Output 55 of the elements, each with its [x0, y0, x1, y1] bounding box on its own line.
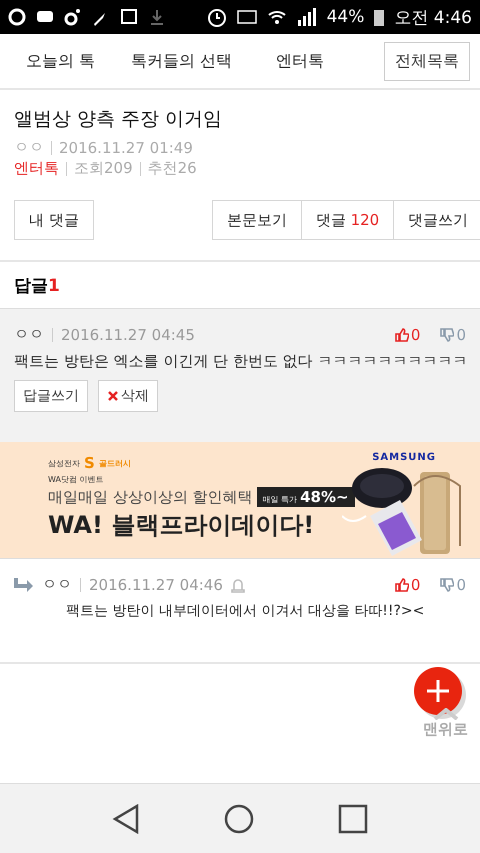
- comment-text: 팩트는 방탄이 내부데이터에서 이겨서 대상을 타따!!?><: [65, 602, 424, 620]
- comments-button[interactable]: 댓글 120: [302, 200, 394, 240]
- view-count: 조회209: [74, 159, 133, 178]
- like-count[interactable]: 0: [394, 326, 420, 344]
- thumbs-up-icon: [394, 578, 409, 592]
- thumbs-down-icon: [440, 328, 454, 342]
- reply-arrow-icon: [14, 576, 34, 592]
- banner-event-line: WA닷컴 이벤트: [48, 474, 104, 485]
- alarm-icon: [206, 7, 227, 27]
- comment-text: 팩트는 방탄은 엑소를 이긴게 단 한번도 없다 ㅋㅋㅋㅋㅋㅋㅋㅋㅋㅋ: [14, 352, 466, 372]
- banner-subtitle: 매일매일 상상이상의 할인혜택: [48, 488, 253, 506]
- battery-percentage: 44%: [326, 7, 364, 27]
- samsung-logo: SAMSUNG: [372, 452, 436, 463]
- chevron-up-icon: [432, 708, 458, 720]
- battery-icon: [374, 8, 384, 26]
- view-post-button[interactable]: 본문보기: [212, 200, 302, 240]
- clock: 오전 4:46: [394, 6, 472, 28]
- banner-s-mark: S: [84, 454, 95, 472]
- plus-icon: [426, 679, 450, 703]
- nav-tab[interactable]: 오늘의 톡: [26, 50, 96, 72]
- post-category[interactable]: 엔터톡: [14, 159, 59, 178]
- comment-author: ㅇㅇ: [14, 325, 44, 344]
- comment-date: 2016.11.27 04:45: [61, 326, 195, 344]
- nav-tab[interactable]: 엔터톡: [276, 50, 324, 72]
- siren-icon: [230, 576, 245, 592]
- reply-button[interactable]: 답글쓰기: [14, 380, 88, 412]
- banner-headline: WA! 블랙프라이데이다!: [48, 510, 314, 541]
- nav-tab[interactable]: 톡커들의 선택: [131, 50, 232, 72]
- all-list-button[interactable]: 전체목록: [384, 42, 470, 80]
- write-comment-button[interactable]: 댓글쓰기: [394, 200, 480, 240]
- download-icon: [148, 8, 166, 26]
- thumbs-down-icon: [440, 578, 454, 592]
- recommend-count: 추천26: [148, 159, 197, 178]
- my-comments-button[interactable]: 내 댓글: [14, 200, 94, 240]
- comment-date: 2016.11.27 04:46: [89, 576, 223, 594]
- thumbs-up-icon: [394, 328, 409, 342]
- home-icon[interactable]: [224, 804, 254, 834]
- signal-icon: [296, 7, 317, 27]
- back-icon[interactable]: [112, 804, 140, 834]
- ad-banner[interactable]: 삼성전자 S 골드러시 WA닷컴 이벤트 매일매일 상상이상의 할인혜택 매일 특가 48%~ WA! 블랙프라이데이다! SAMSUNG: [0, 442, 480, 558]
- close-icon: [107, 390, 119, 402]
- circle-dot-icon: [64, 8, 82, 26]
- post-date: 2016.11.27 01:49: [59, 138, 193, 156]
- app-icon: [8, 8, 26, 26]
- banner-event-name: 골드러시: [98, 458, 131, 468]
- post-author: ㅇㅇ: [14, 138, 44, 157]
- delete-button[interactable]: 삭제: [98, 380, 158, 412]
- add-button[interactable]: [414, 667, 462, 715]
- replies-heading: 답글1: [13, 275, 61, 298]
- post-title: 앨범상 양측 주장 이거임: [14, 107, 224, 132]
- recent-apps-icon[interactable]: [338, 804, 368, 834]
- deal-tag: 매일 특가 48%~: [256, 487, 355, 507]
- banner-brand: 삼성전자: [48, 458, 80, 468]
- like-count[interactable]: 0: [394, 576, 420, 594]
- comment-author: ㅇㅇ: [42, 575, 72, 594]
